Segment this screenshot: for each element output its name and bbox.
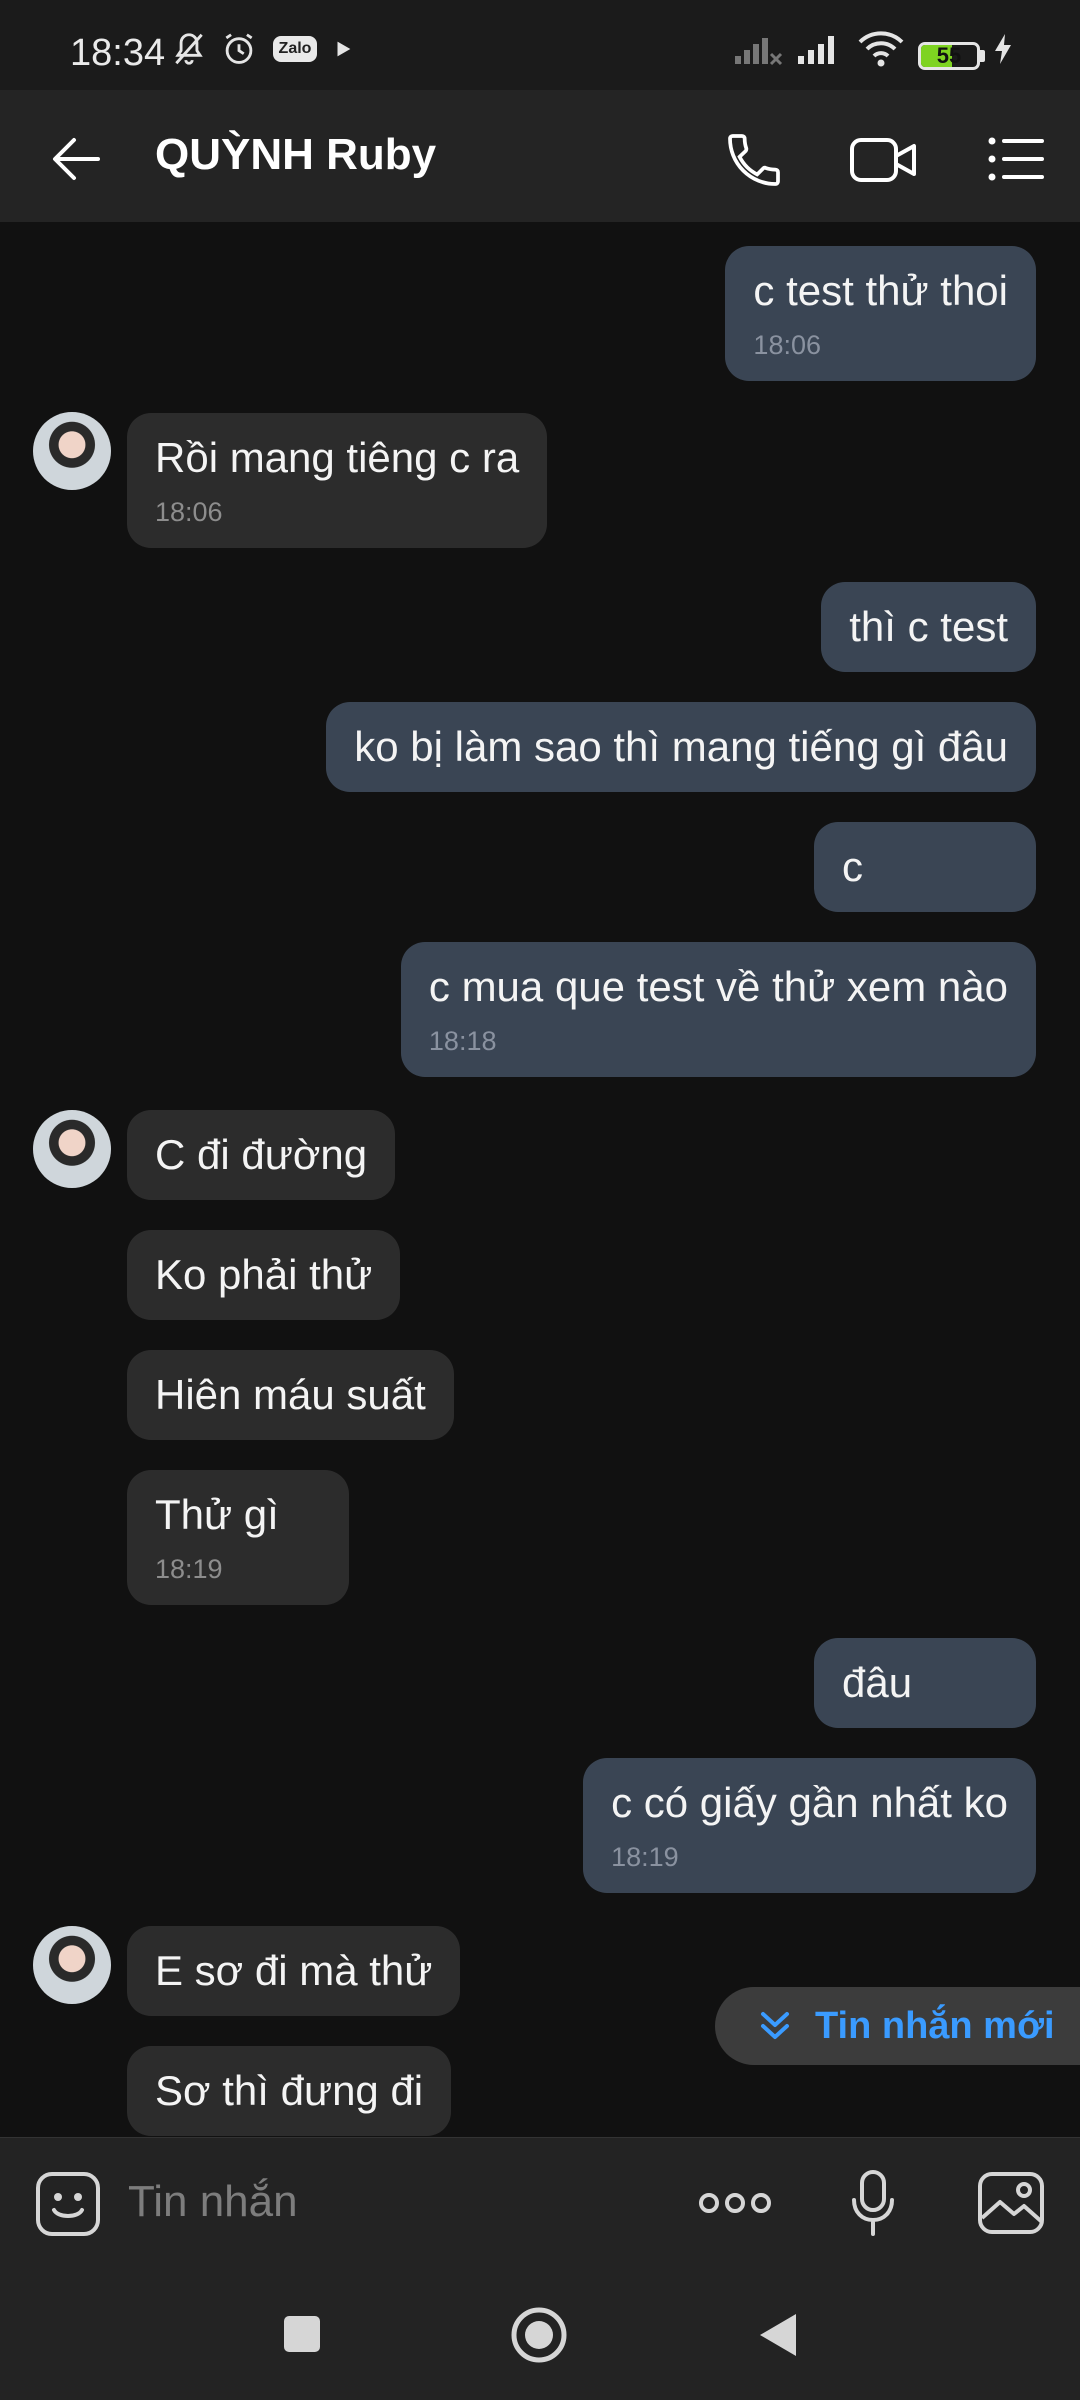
message-text: Sơ thì đưng đi	[155, 2067, 424, 2114]
message-text: c	[842, 843, 863, 890]
status-bar: 18:34 Zalo 55	[0, 0, 1080, 90]
new-messages-button[interactable]: Tin nhắn mới	[715, 1987, 1080, 2065]
message-text: E sơ đi mà thử	[155, 1947, 433, 1994]
signal-icon	[794, 30, 844, 68]
status-time: 18:34	[70, 32, 166, 74]
more-options-icon[interactable]	[698, 2186, 772, 2220]
message-text: Rồi mang tiêng c ra	[155, 434, 520, 481]
phone-call-icon[interactable]	[722, 128, 786, 192]
message-time: 18:19	[611, 1842, 679, 1873]
message-text: thì c test	[849, 603, 1008, 650]
play-icon	[328, 30, 358, 68]
message-time: 18:06	[155, 497, 223, 528]
zalo-icon: Zalo	[272, 30, 318, 68]
message-text: C đi đường	[155, 1131, 368, 1178]
menu-list-icon[interactable]	[984, 128, 1046, 190]
message-bubble-incoming[interactable]: Rồi mang tiêng c ra 18:06	[127, 413, 548, 549]
charging-icon	[990, 30, 1016, 68]
image-gallery-icon[interactable]	[976, 2170, 1046, 2236]
message-bubble-outgoing[interactable]: đâu	[814, 1638, 1036, 1729]
message-bubble-incoming[interactable]: Hiên máu suất	[127, 1350, 454, 1441]
message-text: c có giấy gần nhất ko	[611, 1779, 1008, 1826]
avatar[interactable]	[33, 1110, 111, 1188]
message-bubble-outgoing[interactable]: c test thử thoi 18:06	[725, 246, 1036, 382]
alarm-icon	[218, 30, 260, 68]
battery-cap	[980, 50, 985, 62]
message-time: 18:19	[155, 1554, 223, 1585]
message-text: Hiên máu suất	[155, 1371, 426, 1418]
back-arrow-icon[interactable]	[46, 128, 108, 190]
double-chevron-down-icon	[755, 2006, 795, 2046]
battery-icon: 55	[918, 42, 980, 70]
wifi-icon	[854, 30, 908, 68]
recent-apps-icon[interactable]	[282, 2314, 322, 2354]
message-bubble-incoming[interactable]: C đi đường	[127, 1110, 396, 1201]
message-bubble-incoming[interactable]: Sơ thì đưng đi	[127, 2046, 452, 2137]
video-call-icon[interactable]	[848, 128, 920, 192]
message-text: ko bị làm sao thì mang tiếng gì đâu	[354, 723, 1008, 770]
message-bubble-outgoing[interactable]: ko bị làm sao thì mang tiếng gì đâu	[326, 702, 1036, 793]
signal-icon	[732, 30, 784, 68]
new-messages-label: Tin nhắn mới	[815, 2004, 1055, 2047]
home-icon[interactable]	[510, 2306, 568, 2364]
microphone-icon[interactable]	[848, 2168, 898, 2240]
message-bubble-incoming[interactable]: E sơ đi mà thử	[127, 1926, 461, 2017]
message-input[interactable]: Tin nhắn	[128, 2177, 298, 2227]
message-list[interactable]: c test thử thoi 18:06 Rồi mang tiêng c r…	[0, 222, 1080, 2137]
message-time: 18:06	[753, 330, 821, 361]
message-time: 18:18	[428, 1026, 497, 1057]
message-bubble-outgoing[interactable]: c	[814, 822, 1036, 913]
message-text: Ko phải thử	[155, 1251, 373, 1298]
message-text: Thử gì	[155, 1491, 279, 1538]
message-bubble-incoming[interactable]: Thử gì 18:19	[127, 1470, 349, 1606]
message-text: đâu	[842, 1659, 913, 1706]
message-bubble-outgoing[interactable]: c có giấy gần nhất ko 18:19	[583, 1758, 1036, 1894]
avatar[interactable]	[33, 1926, 111, 2004]
message-bubble-outgoing[interactable]: c mua que test về thử xem nào 18:18	[400, 942, 1036, 1078]
contact-name[interactable]: QUỲNH Ruby	[155, 130, 436, 180]
notifications-off-icon	[168, 30, 210, 68]
avatar[interactable]	[33, 412, 111, 490]
battery-level: 55	[936, 43, 962, 68]
sticker-emoji-icon[interactable]	[34, 2170, 102, 2238]
message-bubble-outgoing[interactable]: thì c test	[821, 582, 1036, 673]
message-text: c test thử thoi	[753, 267, 1008, 314]
message-bubble-incoming[interactable]: Ko phải thử	[127, 1230, 401, 1321]
zalo-label: Zalo	[272, 36, 318, 62]
message-text: c mua que test về thử xem nào	[428, 963, 1008, 1010]
back-nav-icon[interactable]	[754, 2310, 800, 2360]
